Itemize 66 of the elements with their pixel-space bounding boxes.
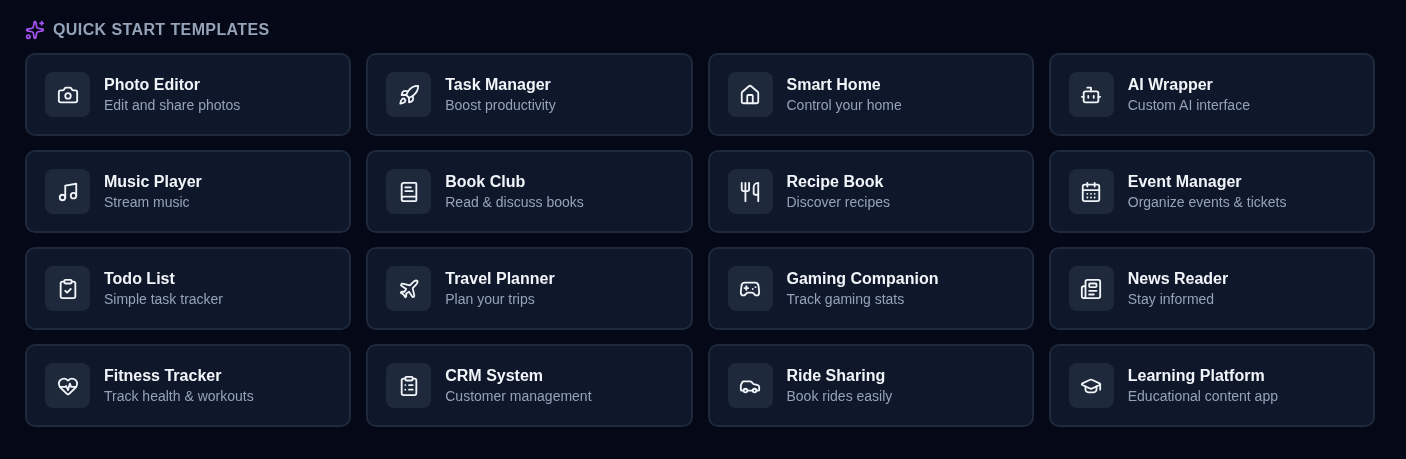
template-title: Fitness Tracker — [104, 367, 223, 385]
template-title: AI Wrapper — [1127, 76, 1214, 94]
template-subtitle: Custom AI interface — [1127, 97, 1250, 113]
template-subtitle: Edit and share photos — [104, 97, 241, 113]
template-subtitle: Organize events & tickets — [1127, 194, 1287, 210]
sparkles-icon — [25, 20, 45, 40]
template-card[interactable]: Smart Home Control your home — [707, 53, 1034, 136]
template-subtitle: Plan your trips — [445, 291, 536, 307]
template-card[interactable]: Task Manager Boost productivity — [366, 53, 693, 136]
template-subtitle: Simple task tracker — [104, 291, 224, 307]
template-title: Event Manager — [1127, 173, 1243, 191]
book-icon — [386, 169, 432, 214]
clipboard-check-icon — [45, 266, 90, 311]
template-subtitle: Customer management — [445, 388, 592, 404]
section-title: QUICK START TEMPLATES — [53, 21, 270, 39]
template-title: CRM System — [445, 367, 545, 385]
airplane-icon — [386, 266, 432, 311]
template-title: Music Player — [104, 173, 202, 191]
calendar-icon — [1068, 169, 1114, 214]
template-subtitle: Discover recipes — [786, 194, 890, 210]
template-card[interactable]: Learning Platform Educational content app — [1048, 344, 1375, 427]
template-card[interactable]: AI Wrapper Custom AI interface — [1048, 53, 1375, 136]
template-title: Photo Editor — [104, 76, 201, 94]
template-subtitle: Track health & workouts — [104, 388, 254, 404]
house-icon — [727, 72, 773, 117]
template-card[interactable]: CRM System Customer management — [366, 344, 693, 427]
camera-icon — [45, 72, 90, 117]
fork-knife-icon — [727, 169, 773, 214]
rocket-icon — [386, 72, 432, 117]
template-card[interactable]: Gaming Companion Track gaming stats — [707, 247, 1034, 330]
template-subtitle: Track gaming stats — [786, 291, 906, 307]
template-title: Travel Planner — [445, 270, 555, 288]
robot-icon — [1068, 72, 1114, 117]
template-title: Task Manager — [445, 76, 552, 94]
template-card[interactable]: Music Player Stream music — [25, 150, 352, 233]
template-subtitle: Book rides easily — [786, 388, 893, 404]
template-card[interactable]: Recipe Book Discover recipes — [707, 150, 1034, 233]
template-card[interactable]: Photo Editor Edit and share photos — [25, 53, 352, 136]
template-title: Ride Sharing — [786, 367, 887, 385]
template-subtitle: Educational content app — [1127, 388, 1278, 404]
template-title: Todo List — [104, 270, 176, 288]
clipboard-list-icon — [386, 363, 432, 408]
template-title: Recipe Book — [786, 173, 885, 191]
template-card[interactable]: Book Club Read & discuss books — [366, 150, 693, 233]
template-subtitle: Boost productivity — [445, 97, 556, 113]
template-title: Smart Home — [786, 76, 882, 94]
template-card[interactable]: Event Manager Organize events & tickets — [1048, 150, 1375, 233]
heart-pulse-icon — [45, 363, 90, 408]
template-card[interactable]: Fitness Tracker Track health & workouts — [25, 344, 352, 427]
template-title: Gaming Companion — [786, 270, 939, 288]
template-subtitle: Control your home — [786, 97, 902, 113]
graduation-cap-icon — [1068, 363, 1114, 408]
template-subtitle: Stream music — [104, 194, 191, 210]
template-card[interactable]: Travel Planner Plan your trips — [366, 247, 693, 330]
template-subtitle: Stay informed — [1127, 291, 1216, 307]
template-title: Book Club — [445, 173, 527, 191]
template-title: Learning Platform — [1127, 367, 1266, 385]
car-icon — [727, 363, 773, 408]
template-title: News Reader — [1127, 270, 1229, 288]
template-subtitle: Read & discuss books — [445, 194, 584, 210]
template-card[interactable]: Todo List Simple task tracker — [25, 247, 352, 330]
template-card[interactable]: News Reader Stay informed — [1048, 247, 1375, 330]
gamepad-icon — [727, 266, 773, 311]
newspaper-icon — [1068, 266, 1114, 311]
template-card[interactable]: Ride Sharing Book rides easily — [707, 344, 1034, 427]
music-note-icon — [45, 169, 90, 214]
